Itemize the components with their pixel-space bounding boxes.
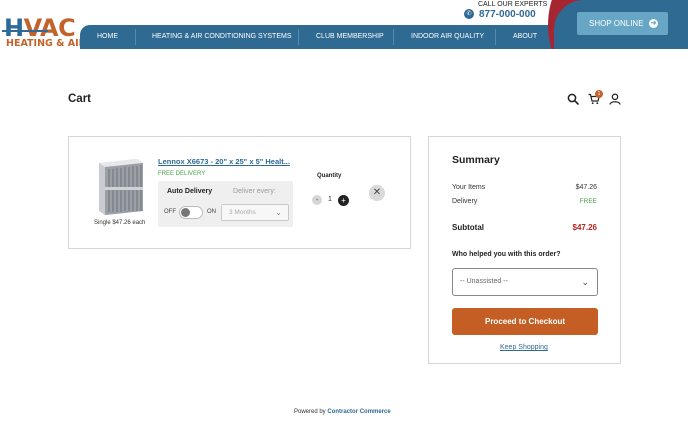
page-title: Cart [68, 93, 92, 105]
nav-about[interactable]: ABOUT [513, 25, 537, 49]
nav-divider [393, 29, 394, 45]
search-icon[interactable] [567, 93, 579, 105]
cart-count-badge: 1 [595, 90, 603, 98]
helper-question: Who helped you with this order? [452, 251, 561, 258]
powered-by-label: Powered by [294, 409, 326, 415]
nav-heating-air[interactable]: HEATING & AIR CONDITIONING SYSTEMS [152, 25, 292, 49]
arrow-right-icon: ➜ [649, 19, 658, 28]
phone-icon: ✆ [464, 9, 474, 19]
site-header: HVAC HEATING & AIR HOME HEATING & AIR CO… [0, 0, 688, 52]
auto-delivery-panel: Auto Delivery Deliver every: OFF ON 3 Mo… [158, 181, 293, 227]
quantity-value: 1 [328, 196, 332, 203]
toggle-knob [181, 208, 190, 217]
order-summary: Summary Your Items $47.26 Delivery FREE … [428, 136, 621, 364]
proceed-to-checkout-button[interactable]: Proceed to Checkout [452, 308, 598, 335]
nav-divider [135, 29, 136, 45]
quantity-increase-button[interactable]: + [338, 195, 349, 206]
your-items-value: $47.26 [575, 184, 597, 191]
logo-subtitle: HEATING & AIR [6, 38, 86, 49]
call-experts-label: CALL OUR EXPERTS [478, 1, 548, 8]
quantity-label: Quantity [317, 173, 342, 179]
shop-online-label: SHOP ONLINE [589, 19, 644, 28]
free-delivery-label: FREE DELIVERY [158, 171, 206, 177]
nav-divider [298, 29, 299, 45]
user-icon[interactable] [609, 93, 621, 105]
subtotal-label: Subtotal [452, 223, 484, 232]
nav-home[interactable]: HOME [97, 25, 118, 49]
subtotal-value: $47.26 [572, 223, 597, 232]
unit-price: Single $47.26 each [94, 220, 146, 226]
auto-delivery-label: Auto Delivery [167, 188, 213, 195]
delivery-frequency-value: 3 Months [229, 209, 256, 216]
remove-item-button[interactable]: ✕ [369, 185, 385, 201]
quantity-decrease-button[interactable]: - [312, 195, 322, 205]
helper-select[interactable]: -- Unassisted -- ⌄ [452, 268, 598, 296]
phone-number[interactable]: 877-000-000 [479, 9, 536, 20]
helper-select-value: -- Unassisted -- [460, 278, 508, 285]
toggle-off-label: OFF [164, 209, 176, 215]
chevron-down-icon: ⌄ [581, 277, 589, 287]
nav-indoor-air-quality[interactable]: INDOOR AIR QUALITY [411, 25, 484, 49]
powered-by: Powered by Contractor Commerce [294, 409, 391, 415]
product-name-link[interactable]: Lennox X6673 - 20" x 25" x 5" Healt... [158, 157, 290, 166]
nav-club-membership[interactable]: CLUB MEMBERSHIP [316, 25, 384, 49]
product-image[interactable] [95, 157, 145, 215]
logo-swoosh [2, 30, 48, 32]
auto-delivery-toggle[interactable] [179, 206, 203, 219]
chevron-down-icon: ⌄ [275, 208, 282, 217]
close-icon: ✕ [372, 187, 382, 198]
nav-divider [495, 29, 496, 45]
delivery-label: Delivery [452, 198, 478, 205]
delivery-value: FREE [579, 198, 597, 205]
deliver-every-label: Deliver every: [233, 188, 276, 195]
shop-online-button[interactable]: SHOP ONLINE ➜ [577, 12, 668, 35]
provider-link[interactable]: Contractor Commerce [327, 409, 390, 415]
keep-shopping-link[interactable]: Keep Shopping [500, 344, 548, 351]
cart-item: Single $47.26 each Lennox X6673 - 20" x … [68, 136, 411, 249]
summary-title: Summary [452, 154, 500, 166]
delivery-frequency-select[interactable]: 3 Months ⌄ [221, 204, 289, 221]
hvac-logo[interactable]: HVAC HEATING & AIR [2, 14, 86, 50]
your-items-label: Your Items [452, 184, 486, 191]
toggle-on-label: ON [207, 209, 216, 215]
